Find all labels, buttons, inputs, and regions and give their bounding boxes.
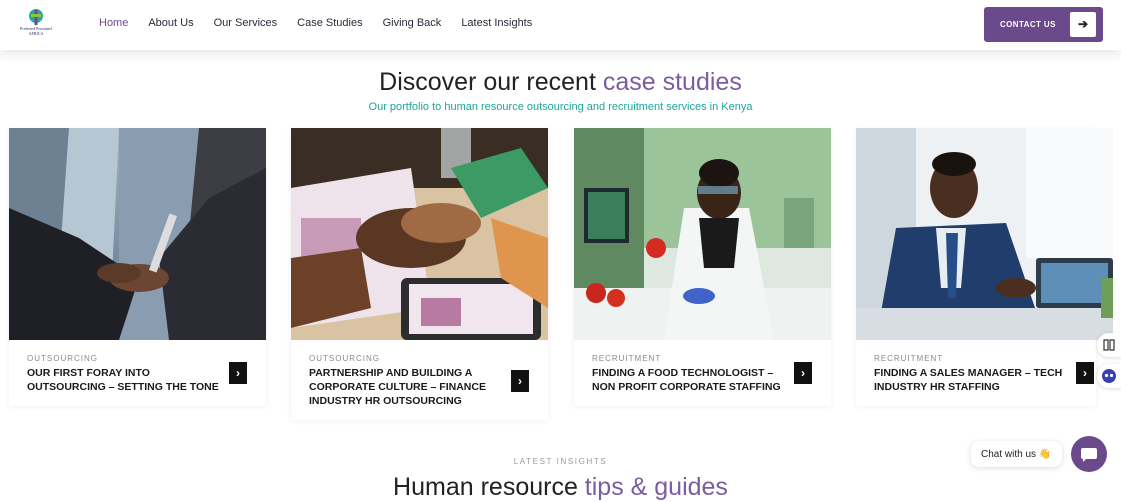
card-category: OUTSOURCING: [27, 354, 98, 363]
case-studies-title-plain: Discover our recent: [379, 68, 603, 96]
case-study-card-1[interactable]: OUTSOURCING OUR FIRST FORAY INTO OUTSOUR…: [9, 128, 266, 406]
logo-mark-icon: [29, 9, 43, 25]
company-logo[interactable]: Preferred Personnel AFRICA: [16, 8, 56, 42]
card-category: RECRUITMENT: [592, 354, 662, 363]
nav-about-us[interactable]: About Us: [148, 17, 193, 29]
chevron-right-icon[interactable]: ›: [794, 362, 812, 384]
logo-line-2: AFRICA: [28, 30, 44, 36]
case-studies-title: Discover our recent case studies: [0, 68, 1121, 97]
chat-with-us-bubble[interactable]: Chat with us 👋: [971, 441, 1062, 467]
latest-title-highlight: tips & guides: [584, 473, 728, 501]
site-header: Preferred Personnel AFRICA Home About Us…: [0, 0, 1121, 50]
chevron-right-icon[interactable]: ›: [511, 370, 529, 392]
chevron-right-icon[interactable]: ›: [1076, 362, 1094, 384]
nav-our-services[interactable]: Our Services: [214, 17, 278, 29]
latest-title-plain: Human resource: [393, 473, 585, 501]
nav-latest-insights[interactable]: Latest Insights: [461, 17, 532, 29]
chevron-right-icon[interactable]: ›: [229, 362, 247, 384]
card-title[interactable]: PARTNERSHIP AND BUILDING A CORPORATE CUL…: [309, 366, 507, 408]
chat-icon: [1081, 448, 1097, 462]
case-study-card-3[interactable]: RECRUITMENT FINDING A FOOD TECHNOLOGIST …: [574, 128, 831, 406]
contact-us-button[interactable]: CONTACT US ➔: [984, 7, 1103, 42]
case-study-card-4[interactable]: RECRUITMENT FINDING A SALES MANAGER – TE…: [856, 128, 1113, 406]
card-title[interactable]: FINDING A FOOD TECHNOLOGIST – NON PROFIT…: [592, 366, 790, 394]
side-tab-book[interactable]: [1097, 333, 1121, 357]
latest-insights-title: Human resource tips & guides: [0, 473, 1121, 502]
smiling-businessman-photo: [856, 128, 1113, 340]
team-hands-stacked-photo: [291, 128, 548, 340]
card-title[interactable]: OUR FIRST FORAY INTO OUTSOURCING – SETTI…: [27, 366, 225, 394]
contact-us-label: CONTACT US: [1000, 20, 1056, 29]
lab-food-technologist-photo: [574, 128, 831, 340]
card-category: OUTSOURCING: [309, 354, 380, 363]
latest-insights-label: LATEST INSIGHTS: [513, 457, 608, 466]
book-icon: [1103, 339, 1115, 351]
logo-text: Preferred Personnel AFRICA: [16, 26, 56, 36]
main-nav: Home About Us Our Services Case Studies …: [99, 17, 552, 29]
side-tab-accessibility[interactable]: [1097, 364, 1121, 388]
business-handshake-photo: [9, 128, 266, 340]
card-title[interactable]: FINDING A SALES MANAGER – TECH INDUSTRY …: [874, 366, 1074, 394]
case-studies-subtitle: Our portfolio to human resource outsourc…: [368, 101, 753, 113]
case-studies-title-highlight: case studies: [602, 68, 742, 96]
chat-button[interactable]: [1071, 436, 1107, 472]
arrow-right-icon: ➔: [1070, 12, 1096, 37]
card-category: RECRUITMENT: [874, 354, 944, 363]
nav-home[interactable]: Home: [99, 17, 128, 29]
accessibility-icon: [1102, 369, 1116, 383]
nav-case-studies[interactable]: Case Studies: [297, 17, 362, 29]
case-study-card-2[interactable]: OUTSOURCING PARTNERSHIP AND BUILDING A C…: [291, 128, 548, 420]
nav-giving-back[interactable]: Giving Back: [383, 17, 442, 29]
